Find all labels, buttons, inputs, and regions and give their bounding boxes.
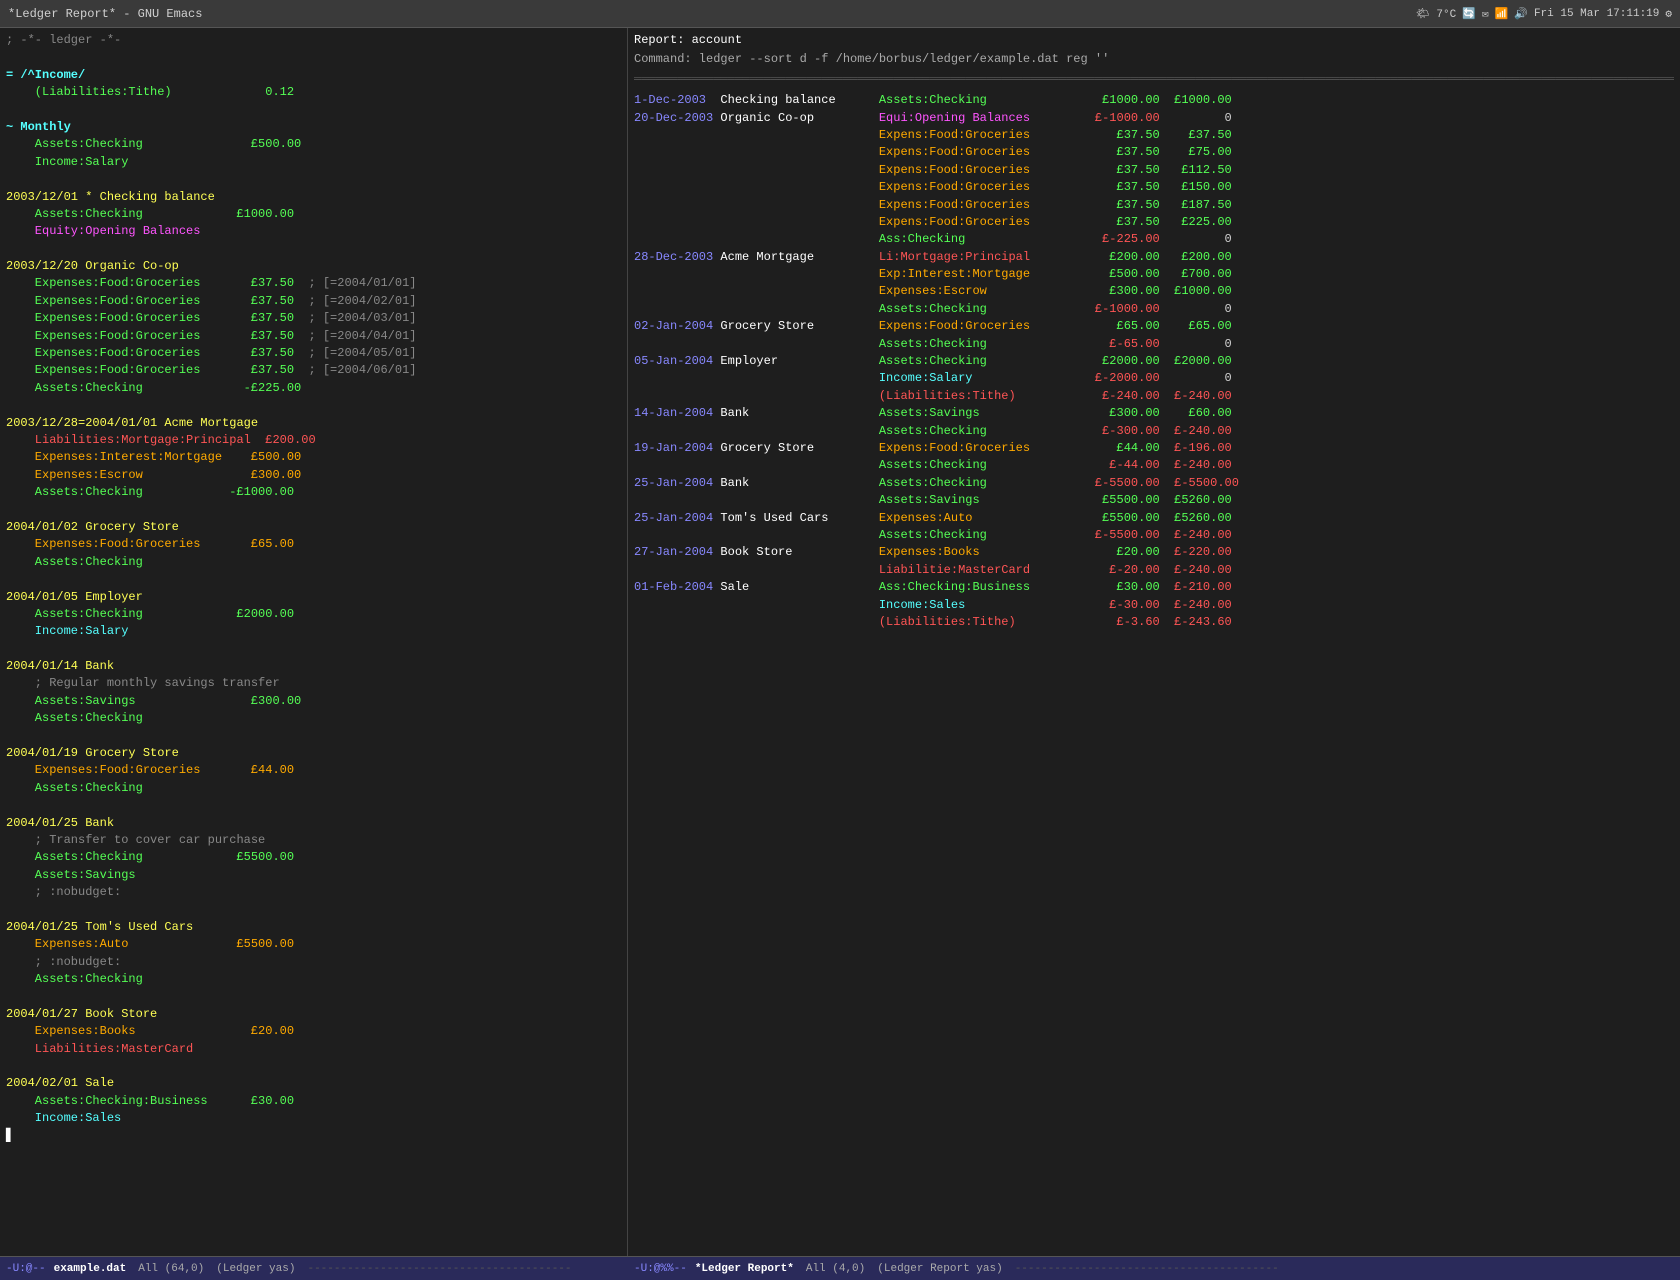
right-mode: -U:@%%-- <box>634 1263 687 1275</box>
left-separator-fill: ---------------------------------------- <box>307 1263 571 1275</box>
right-position: All (4,0) <box>806 1263 865 1275</box>
txn-20031220-groceries-6: Expenses:Food:Groceries £37.50 <box>6 363 308 377</box>
txn-20040201-header: 2004/02/01 Sale <box>6 1076 114 1090</box>
report-header: Report: account Command: ledger --sort d… <box>634 32 1674 88</box>
left-position: All (64,0) <box>138 1263 204 1275</box>
txn-20031220-groceries-5: Expenses:Food:Groceries £37.50 <box>6 346 308 360</box>
txn-20031201-checking: Assets:Checking £1000.00 <box>6 207 294 221</box>
settings-icon[interactable]: ⚙ <box>1665 7 1672 21</box>
right-report-pane[interactable]: Report: account Command: ledger --sort d… <box>628 28 1680 1256</box>
statusbar-right: -U:@%%-- *Ledger Report* All (4,0) (Ledg… <box>634 1263 1674 1275</box>
mail-icon[interactable]: ✉ <box>1482 7 1489 21</box>
report-separator: ════════════════════════════════════════… <box>634 71 1674 88</box>
file-header-comment: ; -*- ledger -*- <box>6 33 121 47</box>
titlebar-right: 🌤 7°C 🔄 ✉ 📶 🔊 Fri 15 Mar 17:11:19 ⚙ <box>1416 7 1672 21</box>
txn-20040201-checking-biz: Assets:Checking:Business £30.00 <box>6 1094 294 1108</box>
network-icon: 📶 <box>1495 7 1509 21</box>
txn-20040201-sales: Income:Sales <box>6 1111 121 1125</box>
txn-20040127-header: 2004/01/27 Book Store <box>6 1007 157 1021</box>
txn-20040105-checking: Assets:Checking £2000.00 <box>6 607 294 621</box>
weather-display: 🌤 7°C <box>1416 7 1456 21</box>
datetime-display: Fri 15 Mar 17:11:19 <box>1534 8 1659 20</box>
txn-20031220-comment-2: ; [=2004/02/01] <box>308 294 416 308</box>
txn-20040125a-header: 2004/01/25 Bank <box>6 816 114 830</box>
report-title: Report: account <box>634 32 1674 49</box>
txn-20031220-groceries-3: Expenses:Food:Groceries £37.50 <box>6 311 308 325</box>
periodic-monthly: ~ Monthly <box>6 120 71 134</box>
txn-20031220-comment-6: ; [=2004/06/01] <box>308 363 416 377</box>
statusbar-left: -U:@-- example.dat All (64,0) (Ledger ya… <box>6 1263 634 1275</box>
txn-20031201-equity: Equity:Opening Balances <box>6 224 200 238</box>
txn-20031228-interest: Expenses:Interest:Mortgage £500.00 <box>6 450 301 464</box>
statusbar: -U:@-- example.dat All (64,0) (Ledger ya… <box>0 1256 1680 1280</box>
txn-20031220-comment-4: ; [=2004/04/01] <box>308 329 416 343</box>
audio-icon[interactable]: 🔊 <box>1514 7 1528 21</box>
txn-20040105-header: 2004/01/05 Employer <box>6 590 143 604</box>
txn-20040102-checking: Assets:Checking <box>6 555 143 569</box>
txn-20040119-checking: Assets:Checking <box>6 781 143 795</box>
txn-20040114-checking: Assets:Checking <box>6 711 143 725</box>
main-area: ; -*- ledger -*- = /^Income/ (Liabilitie… <box>0 28 1680 1256</box>
txn-20040125b-checking: Assets:Checking <box>6 972 143 986</box>
titlebar-title: *Ledger Report* - GNU Emacs <box>8 7 202 21</box>
report-command: Command: ledger --sort d -f /home/borbus… <box>634 51 1674 68</box>
right-mode2: (Ledger Report yas) <box>877 1263 1002 1275</box>
txn-20040125a-savings: Assets:Savings <box>6 868 136 882</box>
txn-20040127-mastercard: Liabilities:MasterCard <box>6 1042 193 1056</box>
right-filename: *Ledger Report* <box>695 1263 794 1275</box>
refresh-icon[interactable]: 🔄 <box>1462 7 1476 21</box>
txn-20031201-header: 2003/12/01 * Checking balance <box>6 190 215 204</box>
right-separator-fill: ---------------------------------------- <box>1015 1263 1279 1275</box>
left-mode2: (Ledger yas) <box>216 1263 295 1275</box>
txn-20031220-header: 2003/12/20 Organic Co-op <box>6 259 179 273</box>
txn-20031220-groceries-1: Expenses:Food:Groceries £37.50 <box>6 276 308 290</box>
titlebar: *Ledger Report* - GNU Emacs 🌤 7°C 🔄 ✉ 📶 … <box>0 0 1680 28</box>
txn-20031220-comment-1: ; [=2004/01/01] <box>308 276 416 290</box>
txn-20031220-comment-3: ; [=2004/03/01] <box>308 311 416 325</box>
assets-checking-periodic: Assets:Checking £500.00 <box>6 137 301 151</box>
txn-20031220-groceries-2: Expenses:Food:Groceries £37.50 <box>6 294 308 308</box>
income-salary-periodic: Income:Salary <box>6 155 128 169</box>
txn-20040127-books: Expenses:Books £20.00 <box>6 1024 294 1038</box>
left-editor-pane[interactable]: ; -*- ledger -*- = /^Income/ (Liabilitie… <box>0 28 628 1256</box>
txn-20031228-header: 2003/12/28=2004/01/01 Acme Mortgage <box>6 416 258 430</box>
txn-20040119-groceries: Expenses:Food:Groceries £44.00 <box>6 763 294 777</box>
txn-20031228-principal: Liabilities:Mortgage:Principal £200.00 <box>6 433 316 447</box>
txn-20031220-comment-5: ; [=2004/05/01] <box>308 346 416 360</box>
txn-20040125b-nobudget: ; :nobudget: <box>6 955 121 969</box>
editor-content: ; -*- ledger -*- = /^Income/ (Liabilitie… <box>6 32 621 1145</box>
automated-txn-heading: = /^Income/ <box>6 68 85 82</box>
txn-20031228-checking: Assets:Checking -£1000.00 <box>6 485 294 499</box>
liabilities-tithe-entry: (Liabilities:Tithe) 0.12 <box>6 85 294 99</box>
left-mode: -U:@-- <box>6 1263 46 1275</box>
txn-20040102-groceries: Expenses:Food:Groceries £65.00 <box>6 537 294 551</box>
txn-20040125b-header: 2004/01/25 Tom's Used Cars <box>6 920 193 934</box>
cursor-block: ▋ <box>6 1129 13 1143</box>
txn-20040125a-checking: Assets:Checking £5500.00 <box>6 850 294 864</box>
txn-20040105-salary: Income:Salary <box>6 624 128 638</box>
report-content: 1-Dec-2003 Checking balance Assets:Check… <box>634 92 1674 631</box>
left-filename: example.dat <box>54 1263 127 1275</box>
txn-20040125b-auto: Expenses:Auto £5500.00 <box>6 937 294 951</box>
txn-20031220-checking: Assets:Checking -£225.00 <box>6 381 301 395</box>
txn-20031228-escrow: Expenses:Escrow £300.00 <box>6 468 301 482</box>
txn-20040125a-comment: ; Transfer to cover car purchase <box>6 833 265 847</box>
txn-20040114-savings: Assets:Savings £300.00 <box>6 694 301 708</box>
txn-20040102-header: 2004/01/02 Grocery Store <box>6 520 179 534</box>
txn-20031220-groceries-4: Expenses:Food:Groceries £37.50 <box>6 329 308 343</box>
txn-20040114-comment: ; Regular monthly savings transfer <box>6 676 280 690</box>
txn-20040125a-nobudget: ; :nobudget: <box>6 885 121 899</box>
txn-20040114-header: 2004/01/14 Bank <box>6 659 114 673</box>
txn-20040119-header: 2004/01/19 Grocery Store <box>6 746 179 760</box>
